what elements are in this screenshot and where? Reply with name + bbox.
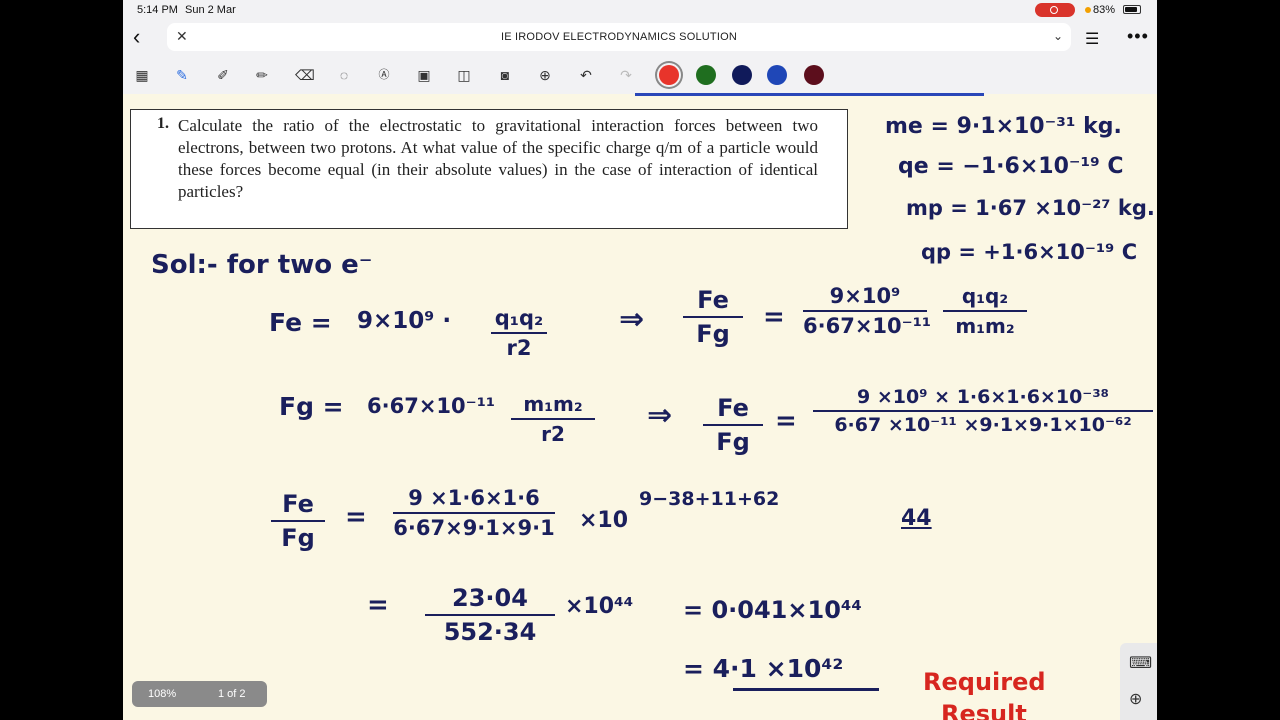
note-me: me = 9·1×10⁻³¹ kg. <box>885 114 1122 139</box>
note-fg-coef: 6·67×10⁻¹¹ <box>367 394 496 418</box>
note-eq-4: = <box>367 590 389 620</box>
highlighter-icon[interactable]: ✐ <box>214 66 232 84</box>
color-swatch-navy[interactable] <box>732 65 752 85</box>
note-sol: Sol:- for two e⁻ <box>151 250 373 280</box>
color-swatch-red[interactable] <box>659 65 679 85</box>
text-box-icon[interactable]: Ⓐ <box>375 66 393 84</box>
question-box: 1. Calculate the ratio of the electrosta… <box>130 109 848 229</box>
battery-percent: 83% <box>1093 4 1116 16</box>
note-r3-mult: ×10 <box>579 508 629 533</box>
annotation-toolbar: ▦ ✎ ✐ ✏ ⌫ ◌ Ⓐ ▣ ◫ ◙ ⊕ ↶ ↷ <box>123 56 1157 94</box>
keyboard-icon[interactable]: ⌨ <box>1129 653 1152 673</box>
note-r5-result: = 4·1 ×10⁴² <box>683 654 844 683</box>
list-icon[interactable]: ☰ <box>1085 29 1099 49</box>
question-number: 1. <box>157 115 169 132</box>
document-tab[interactable]: ✕ IE IRODOV ELECTRODYNAMICS SOLUTION ⌄ <box>167 23 1071 51</box>
note-result: Result <box>941 700 1027 720</box>
fe-numerator: q₁q₂ <box>494 306 544 330</box>
r4-numerator: 23·04 <box>452 584 528 612</box>
note-eq-3: = <box>345 502 367 532</box>
lasso-icon[interactable]: ◌ <box>335 66 353 84</box>
battery-icon <box>1123 5 1141 14</box>
note-fg-lhs: Fg = <box>279 392 344 421</box>
r1-numerator: 9×10⁹ <box>829 284 901 308</box>
page-indicator-line <box>635 93 984 96</box>
note-r3-exp: 9−38+11+62 <box>639 488 780 510</box>
note-fe-fraction: q₁q₂ r2 <box>491 306 547 360</box>
r3-numerator: 9 ×1·6×1·6 <box>408 486 540 510</box>
note-ratio-3: Fe Fg <box>271 490 325 552</box>
note-ratio-1: Fe Fg <box>683 286 743 348</box>
note-r2-fraction: 9 ×10⁹ × 1·6×1·6×10⁻³⁸ 6·67 ×10⁻¹¹ ×9·1×… <box>813 386 1153 436</box>
fg-denominator: r2 <box>541 422 565 446</box>
r2-numerator: 9 ×10⁹ × 1·6×1·6×10⁻³⁸ <box>857 386 1109 408</box>
note-qp: qp = +1·6×10⁻¹⁹ C <box>921 240 1138 264</box>
shapes-icon[interactable]: ◫ <box>455 66 473 84</box>
r1b-denominator: m₁m₂ <box>955 314 1015 338</box>
back-icon[interactable]: ‹ <box>133 26 140 48</box>
r3-denominator: 6·67×9·1×9·1 <box>393 516 555 540</box>
marker-icon[interactable]: ✏ <box>253 66 271 84</box>
page-number: 1 of 2 <box>218 688 246 700</box>
zoom-page-indicator[interactable]: 108% 1 of 2 <box>132 681 267 707</box>
add-icon[interactable]: ⊕ <box>536 66 554 84</box>
note-eq-1: = <box>763 302 785 332</box>
status-bar: 5:14 PM Sun 2 Mar 83% <box>123 0 1157 20</box>
grid-icon[interactable]: ▦ <box>133 66 151 84</box>
result-underline <box>733 688 879 691</box>
more-icon[interactable]: ••• <box>1127 26 1149 47</box>
ratio-1-numerator: Fe <box>697 286 729 314</box>
note-r4-fraction: 23·04 552·34 <box>425 584 555 646</box>
color-swatch-blue[interactable] <box>767 65 787 85</box>
ratio-3-denominator: Fg <box>281 524 315 552</box>
note-eq-2: = <box>775 406 797 436</box>
r2-denominator: 6·67 ×10⁻¹¹ ×9·1×9·1×10⁻⁶² <box>834 414 1132 436</box>
ratio-3-numerator: Fe <box>282 490 314 518</box>
nav-bar: ‹ ✕ IE IRODOV ELECTRODYNAMICS SOLUTION ⌄… <box>123 20 1157 56</box>
document-title: IE IRODOV ELECTRODYNAMICS SOLUTION <box>500 31 737 43</box>
ratio-2-numerator: Fe <box>717 394 749 422</box>
color-swatch-maroon[interactable] <box>804 65 824 85</box>
note-fe-coef: 9×10⁹ · <box>357 308 452 334</box>
zoom-level: 108% <box>148 688 177 700</box>
note-r4-result: = 0·041×10⁴⁴ <box>683 596 862 624</box>
note-r3-fraction: 9 ×1·6×1·6 6·67×9·1×9·1 <box>393 486 555 540</box>
question-text: Calculate the ratio of the electrostatic… <box>178 116 818 201</box>
status-date: Sun 2 Mar <box>185 4 236 16</box>
note-r1-fraction: 9×10⁹ 6·67×10⁻¹¹ <box>803 284 932 338</box>
zoom-icon[interactable]: ⊕ <box>1129 689 1142 709</box>
camera-icon[interactable]: ◙ <box>496 66 514 84</box>
note-fe-lhs: Fe = <box>269 308 332 337</box>
undo-icon[interactable]: ↶ <box>577 66 595 84</box>
note-arrow-1: ⇒ <box>619 302 645 337</box>
note-r4-mult: ×10⁴⁴ <box>565 594 634 619</box>
note-qe: qe = −1·6×10⁻¹⁹ C <box>898 154 1124 179</box>
note-arrow-2: ⇒ <box>647 398 673 433</box>
redo-icon[interactable]: ↷ <box>617 66 635 84</box>
ratio-2-denominator: Fg <box>716 428 750 456</box>
mic-indicator-icon <box>1085 7 1091 13</box>
fe-denominator: r2 <box>506 336 532 360</box>
ratio-1-denominator: Fg <box>696 320 730 348</box>
note-ratio-2: Fe Fg <box>703 394 763 456</box>
note-mp: mp = 1·67 ×10⁻²⁷ kg. <box>906 196 1155 220</box>
chevron-down-icon[interactable]: ⌄ <box>1053 29 1063 43</box>
side-tools: ⌨ ⊕ <box>1120 643 1157 720</box>
eraser-icon[interactable]: ⌫ <box>295 66 315 84</box>
note-fg-fraction: m₁m₂ r2 <box>511 392 595 446</box>
note-r1b-fraction: q₁q₂ m₁m₂ <box>943 284 1027 338</box>
note-required: Required <box>923 668 1046 696</box>
app-frame: 5:14 PM Sun 2 Mar 83% ‹ ✕ IE IRODOV ELEC… <box>123 0 1157 720</box>
image-icon[interactable]: ▣ <box>415 66 433 84</box>
color-swatch-green[interactable] <box>696 65 716 85</box>
r4-denominator: 552·34 <box>443 618 537 646</box>
note-side-44: 44 <box>901 506 932 531</box>
fg-numerator: m₁m₂ <box>523 392 583 416</box>
r1-denominator: 6·67×10⁻¹¹ <box>803 314 932 338</box>
r1b-numerator: q₁q₂ <box>961 284 1009 308</box>
pen-icon[interactable]: ✎ <box>173 66 191 84</box>
status-time: 5:14 PM <box>137 4 178 16</box>
screen-record-icon[interactable] <box>1035 3 1075 17</box>
